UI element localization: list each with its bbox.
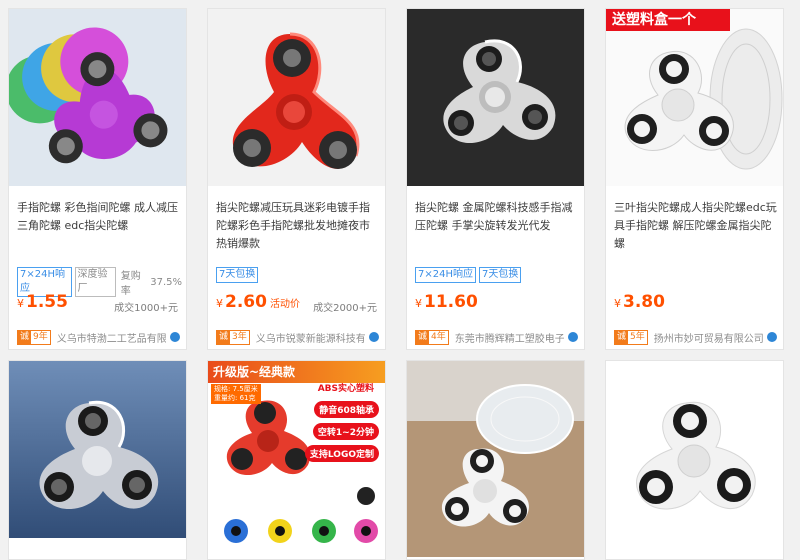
spec-box: 规格: 7.5厘米 重量约: 61克 <box>211 384 261 404</box>
product-image[interactable] <box>606 361 783 557</box>
feature-label: 空转1~2分钟 <box>312 423 379 440</box>
tag-factory: 深度验厂 <box>74 267 116 297</box>
repurchase-rate: 37.5% <box>150 276 182 288</box>
product-card[interactable] <box>406 360 585 560</box>
sold-count: 成交2000+元 <box>313 303 377 314</box>
shop-name[interactable]: 义乌市特渤二工艺品有限公司 <box>57 330 166 345</box>
tag-response: 7×24H响应 <box>415 267 476 283</box>
chengxin-badge: 诚 3年 <box>216 329 250 345</box>
feature-label: ABS实心塑料 <box>317 384 374 394</box>
product-title[interactable]: 三叶指尖陀螺成人指尖陀螺edc玩具手指陀螺 解压陀螺金属指尖陀螺 <box>614 199 777 253</box>
wangwang-icon[interactable] <box>568 332 578 342</box>
product-card[interactable] <box>8 360 187 560</box>
price: ¥11.60 <box>415 292 478 312</box>
product-card[interactable]: 指尖陀螺减压玩具迷彩电镀手指陀螺彩色手指陀螺批发地摊夜市热销爆款 7天包换 ¥2… <box>207 8 386 350</box>
shop-row[interactable]: 诚4年 东莞市腾辉精工塑胶电子有限公司 <box>415 329 578 345</box>
product-image[interactable] <box>407 361 584 557</box>
shop-row[interactable]: 诚9年 义乌市特渤二工艺品有限公司 <box>17 329 180 345</box>
product-image[interactable]: 升级版~经典款 规格: 7.5厘米 重量约: 61克 ABS实心塑料 静音608轴… <box>208 361 385 557</box>
wangwang-icon[interactable] <box>170 332 180 342</box>
product-title[interactable]: 手指陀螺 彩色指间陀螺 成人减压 三角陀螺 edc指尖陀螺 <box>17 199 180 235</box>
shop-name[interactable]: 扬州市妙可贸易有限公司 <box>654 330 763 345</box>
service-tags: 7天包换 <box>216 267 381 283</box>
product-title[interactable]: 指尖陀螺 金属陀螺科技感手指减压陀螺 手掌尖旋转发光代发 <box>415 199 578 235</box>
product-image[interactable] <box>9 9 186 186</box>
price: ¥2.60 活动价 <box>216 292 300 312</box>
shop-name[interactable]: 义乌市锐蒙新能源科技有限公司 <box>256 330 365 345</box>
shop-row[interactable]: 诚 5年 扬州市妙可贸易有限公司 <box>614 329 777 345</box>
price: ¥3.80 <box>614 292 665 312</box>
price: ¥1.55 <box>17 292 68 312</box>
feature-label: 支持LOGO定制 <box>304 445 379 462</box>
product-grid: 手指陀螺 彩色指间陀螺 成人减压 三角陀螺 edc指尖陀螺 7×24H响应 深度… <box>0 0 800 560</box>
sold-count: 成交1000+元 <box>114 303 178 314</box>
product-card[interactable]: 送塑料盒一个 三叶指尖陀螺成人指尖陀螺edc玩具手指陀螺 解压陀螺金属指尖陀螺 … <box>605 8 784 350</box>
chengxin-badge: 诚 5年 <box>614 329 648 345</box>
promo-banner: 送塑料盒一个 <box>606 9 730 31</box>
product-image[interactable]: 送塑料盒一个 <box>606 9 783 186</box>
product-image[interactable] <box>208 9 385 186</box>
product-card[interactable]: 指尖陀螺 金属陀螺科技感手指减压陀螺 手掌尖旋转发光代发 7×24H响应 7天包… <box>406 8 585 350</box>
wangwang-icon[interactable] <box>767 332 777 342</box>
product-title[interactable]: 指尖陀螺减压玩具迷彩电镀手指陀螺彩色手指陀螺批发地摊夜市热销爆款 <box>216 199 379 253</box>
chengxin-badge: 诚 9年 <box>17 329 51 345</box>
feature-label: 静音608轴承 <box>314 401 379 418</box>
shop-name[interactable]: 东莞市腾辉精工塑胶电子有限公司 <box>455 330 564 345</box>
repurchase-label: 复购率 <box>120 271 141 297</box>
product-card[interactable]: 升级版~经典款 规格: 7.5厘米 重量约: 61克 ABS实心塑料 静音608轴… <box>207 360 386 560</box>
shop-row[interactable]: 诚3年 义乌市锐蒙新能源科技有限公司 <box>216 329 379 345</box>
wangwang-icon[interactable] <box>369 332 379 342</box>
chengxin-badge: 诚 4年 <box>415 329 449 345</box>
product-image[interactable] <box>9 361 186 538</box>
tag-exchange: 7天包换 <box>479 267 522 283</box>
tag-exchange: 7天包换 <box>216 267 259 283</box>
product-image[interactable] <box>407 9 584 186</box>
product-card[interactable]: 手指陀螺 彩色指间陀螺 成人减压 三角陀螺 edc指尖陀螺 7×24H响应 深度… <box>8 8 187 350</box>
activity-price-label: 活动价 <box>269 299 300 310</box>
product-card[interactable] <box>605 360 784 560</box>
service-tags: 7×24H响应 7天包换 <box>415 267 580 283</box>
